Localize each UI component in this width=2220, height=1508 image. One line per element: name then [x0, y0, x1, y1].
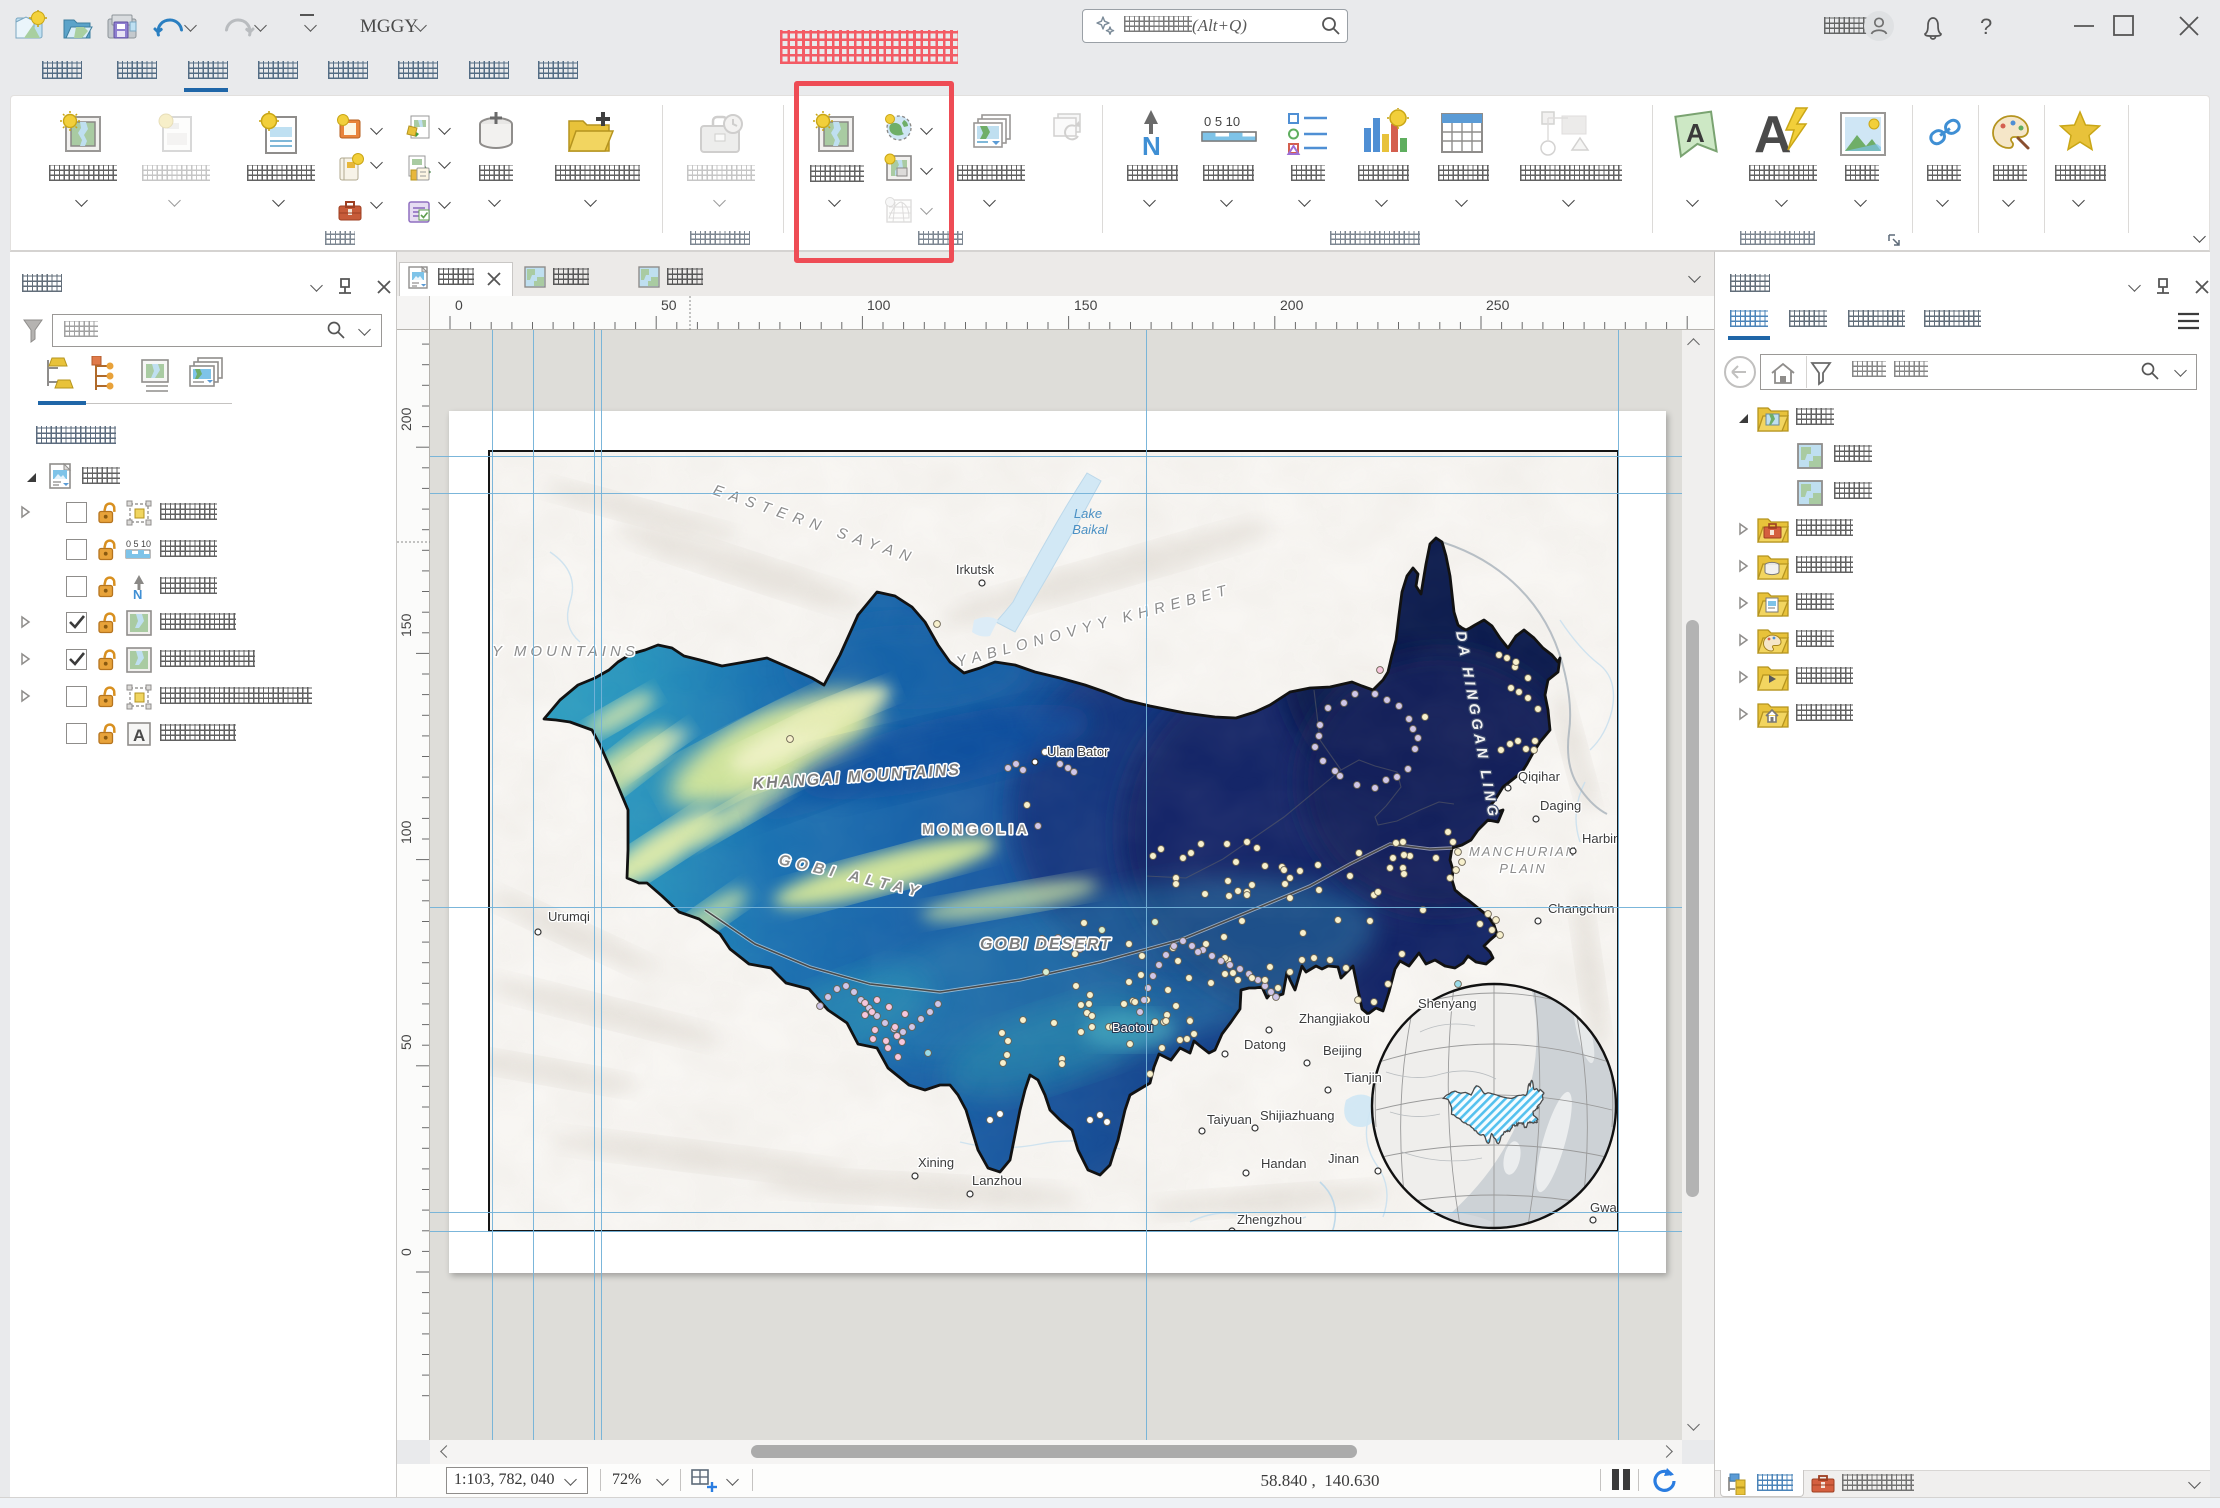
svg-text:MANCHURIAN: MANCHURIAN	[1469, 844, 1577, 859]
svg-text:Taiyuan: Taiyuan	[1207, 1112, 1252, 1127]
svg-text:Lake: Lake	[1074, 506, 1102, 521]
svg-text:A: A	[1754, 106, 1792, 162]
svg-text:Urumqi: Urumqi	[548, 909, 590, 924]
svg-text:?: ?	[1980, 14, 1992, 39]
svg-text:150: 150	[1074, 297, 1098, 313]
svg-text:N: N	[133, 587, 142, 600]
svg-text:Shenyang: Shenyang	[1418, 996, 1477, 1011]
svg-text:Ulan Bator: Ulan Bator	[1047, 744, 1109, 759]
svg-text:GOBI DESERT: GOBI DESERT	[980, 936, 1112, 953]
svg-text:Changchun: Changchun	[1548, 901, 1615, 916]
svg-text:Xining: Xining	[918, 1155, 954, 1170]
svg-text:50: 50	[398, 1034, 414, 1050]
svg-text:0 5 10: 0 5 10	[126, 539, 151, 549]
svg-text:Zhengzhou: Zhengzhou	[1237, 1212, 1302, 1227]
svg-text:0: 0	[455, 297, 463, 313]
svg-text:0: 0	[398, 1248, 414, 1256]
svg-text:Baikal: Baikal	[1072, 522, 1109, 537]
svg-text:Irkutsk: Irkutsk	[956, 562, 995, 577]
svg-text:PLAIN: PLAIN	[1499, 861, 1547, 876]
svg-text:Handan: Handan	[1261, 1156, 1307, 1171]
svg-text:Lanzhou: Lanzhou	[972, 1173, 1022, 1188]
svg-text:100: 100	[398, 820, 414, 844]
svg-text:Jinan: Jinan	[1328, 1151, 1359, 1166]
svg-text:200: 200	[398, 407, 414, 431]
svg-text:A: A	[1686, 118, 1705, 148]
svg-text:N: N	[1142, 131, 1161, 160]
svg-text:0 5 10: 0 5 10	[1204, 114, 1240, 129]
svg-text:Zhangjiakou: Zhangjiakou	[1299, 1011, 1370, 1026]
svg-text:100: 100	[867, 297, 891, 313]
svg-text:50: 50	[661, 297, 677, 313]
svg-text:Y MOUNTAINS: Y MOUNTAINS	[492, 643, 639, 660]
svg-text:MONGOLIA: MONGOLIA	[922, 821, 1031, 837]
svg-text:Harbin: Harbin	[1582, 831, 1617, 846]
svg-text:200: 200	[1280, 297, 1304, 313]
svg-text:A: A	[133, 726, 145, 745]
svg-text:150: 150	[398, 613, 414, 637]
svg-text:Daging: Daging	[1540, 798, 1581, 813]
svg-text:Tianjin: Tianjin	[1344, 1070, 1382, 1085]
svg-text:250: 250	[1486, 297, 1510, 313]
svg-text:Qiqihar: Qiqihar	[1518, 769, 1561, 784]
svg-text:Beijing: Beijing	[1323, 1043, 1362, 1058]
svg-text:Shijiazhuang: Shijiazhuang	[1260, 1108, 1334, 1123]
svg-text:Datong: Datong	[1244, 1037, 1286, 1052]
